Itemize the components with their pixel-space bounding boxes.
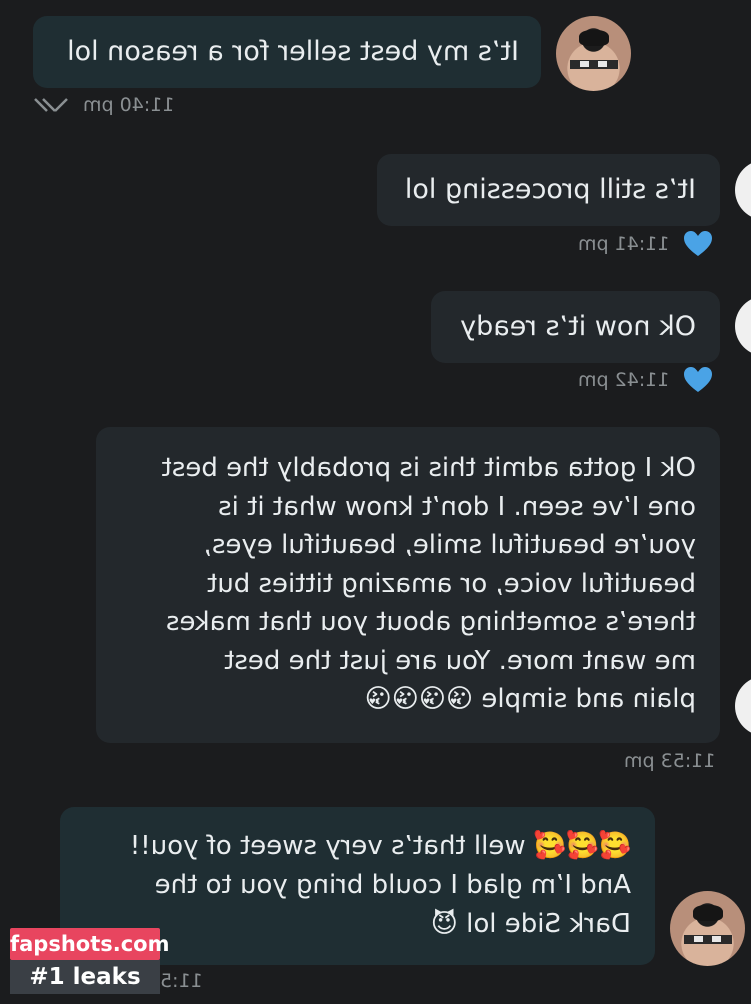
action-button-edge[interactable] (735, 296, 751, 356)
contact-avatar[interactable] (556, 16, 631, 91)
message-bubble-incoming[interactable]: It’s my best seller for a reason lol (33, 16, 541, 88)
message-meta: 11:42 pm (578, 366, 713, 394)
message-time: 11:5 (160, 970, 203, 992)
watermark-tagline: #1 leaks (10, 960, 160, 994)
message-time: 11:42 pm (578, 369, 670, 391)
message-text: It’s my best seller for a reason lol (67, 36, 519, 67)
action-button-edge[interactable] (735, 676, 751, 736)
message-text: Ok now it’s ready (460, 311, 696, 342)
contact-avatar[interactable] (670, 891, 745, 966)
message-bubble-outgoing[interactable]: Ok I gotta admit this is probably the be… (96, 427, 720, 743)
message-meta: 11:41 pm (578, 230, 713, 258)
message-bubble-outgoing[interactable]: It’s still processing lol (377, 154, 720, 226)
message-time: 11:41 pm (578, 233, 670, 255)
message-meta: 11:53 pm (624, 750, 715, 772)
heart-icon[interactable] (683, 366, 713, 394)
message-text: 🥰🥰🥰 well that’s very sweet of you!! And … (129, 831, 631, 939)
message-text: Ok I gotta admit this is probably the be… (161, 453, 696, 714)
double-check-icon (34, 98, 68, 112)
message-meta: 11:5 (160, 970, 203, 992)
message-time: 11:40 pm (83, 94, 175, 116)
message-text: It’s still processing lol (404, 174, 696, 205)
message-bubble-outgoing[interactable]: Ok now it’s ready (431, 291, 720, 363)
message-meta: 11:40 pm (33, 94, 174, 116)
watermark-site: fapshots.com (10, 928, 170, 960)
message-time: 11:53 pm (624, 750, 716, 772)
heart-icon[interactable] (683, 230, 713, 258)
action-button-edge[interactable] (735, 160, 751, 220)
